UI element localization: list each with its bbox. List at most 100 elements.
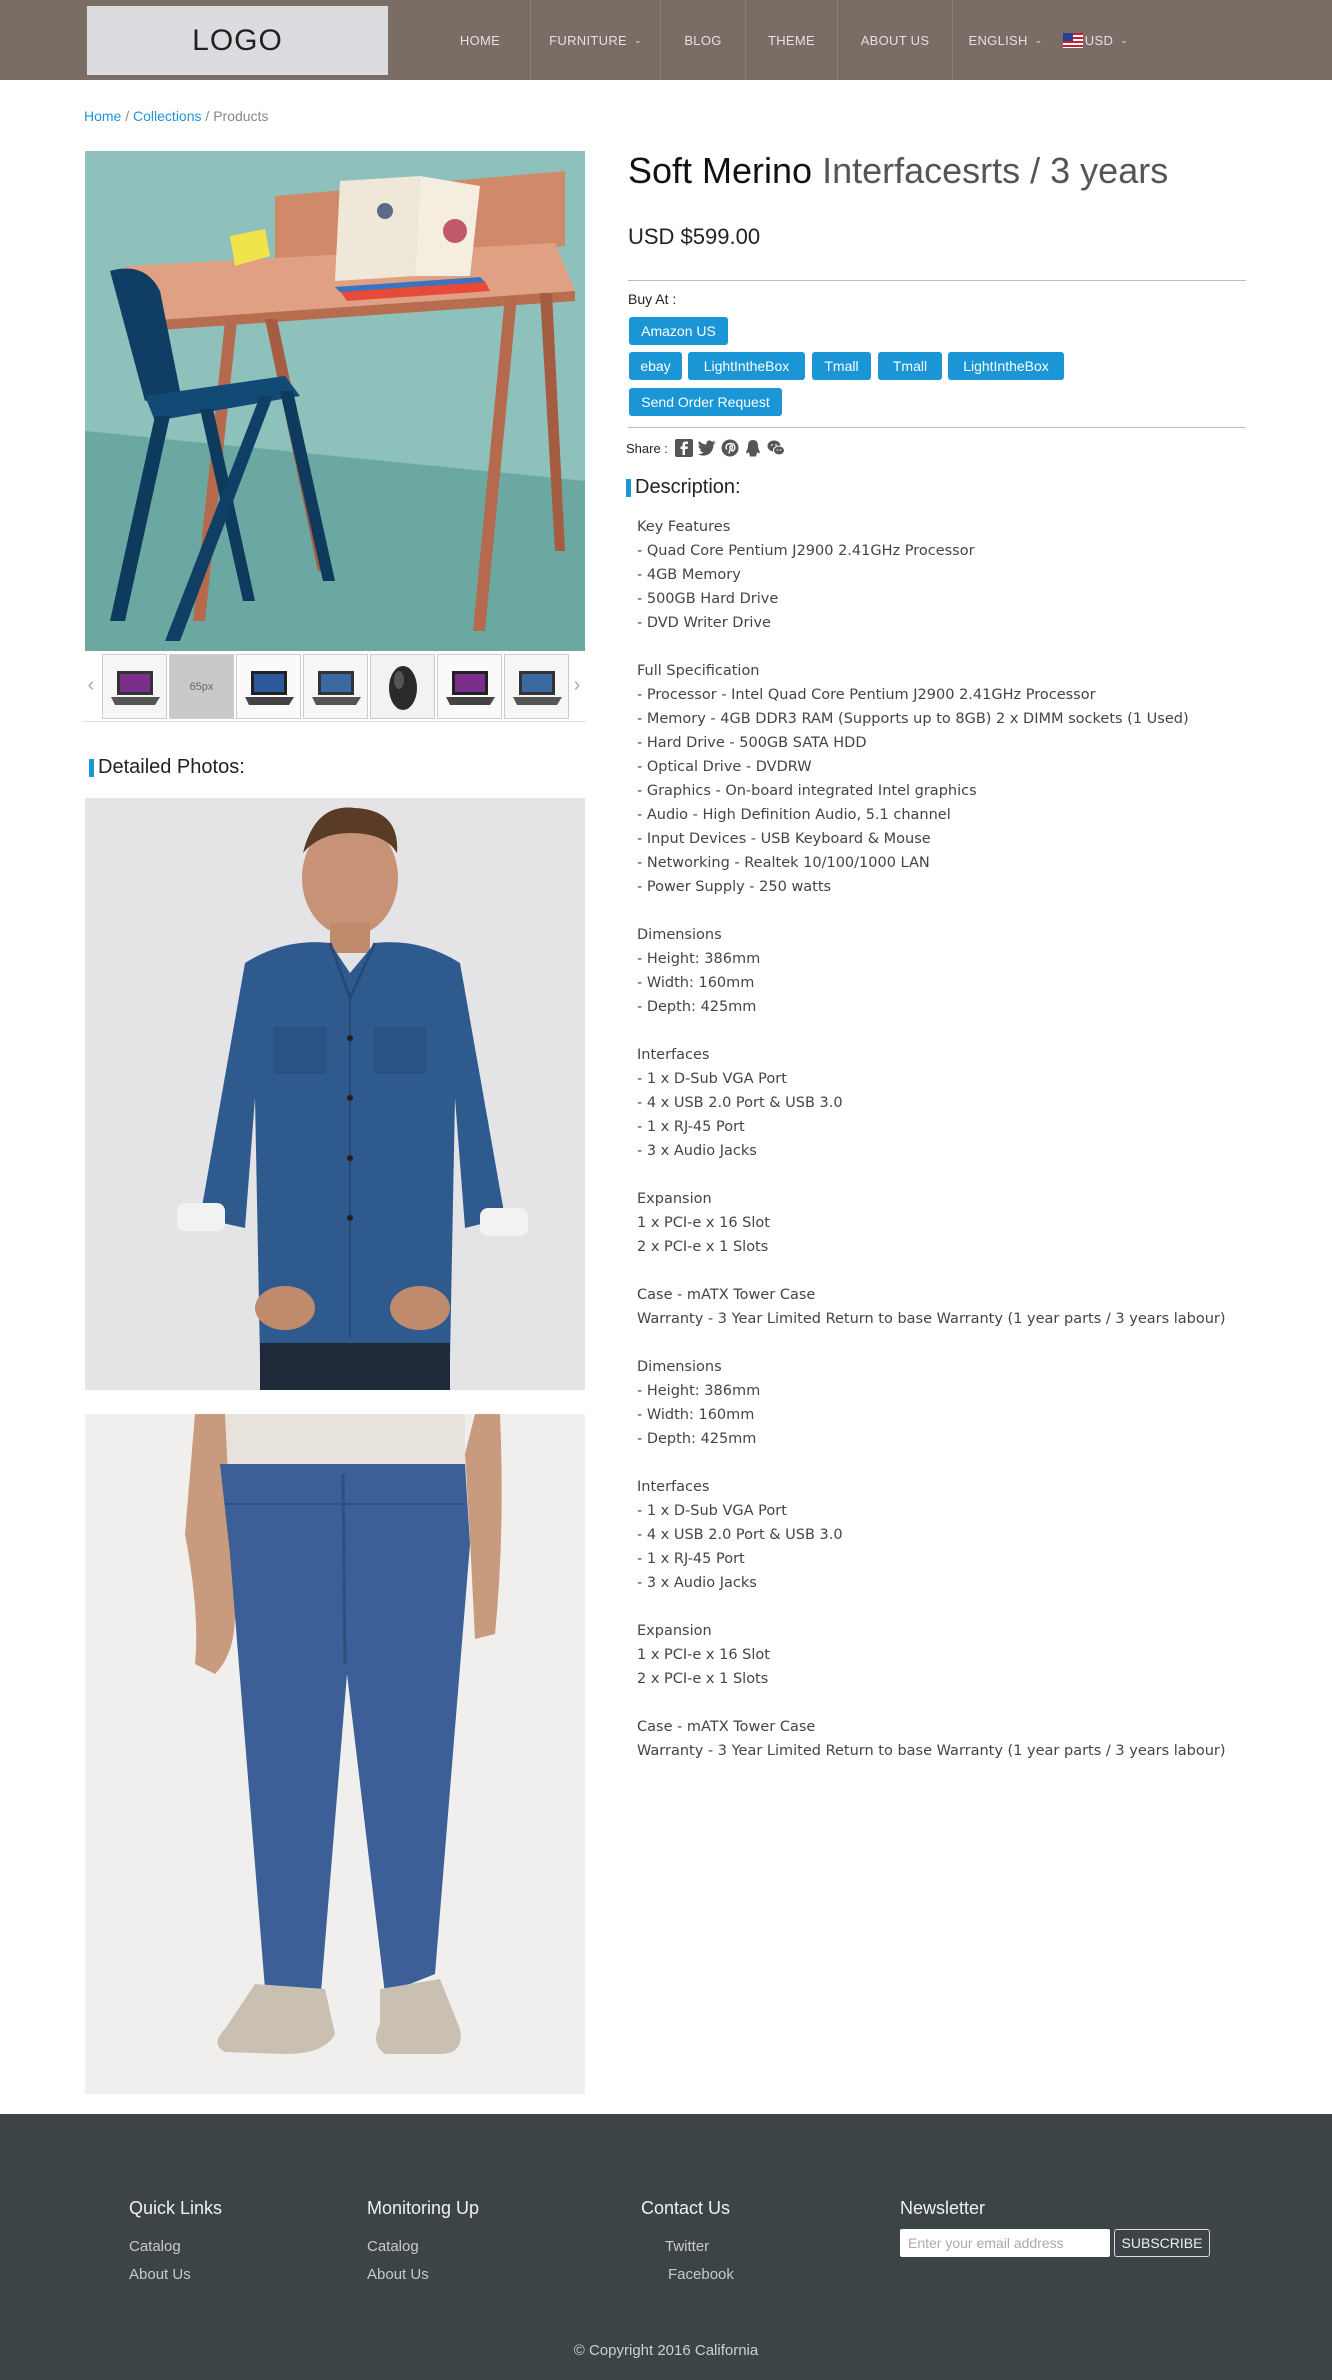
footer-link-catalog[interactable]: Catalog bbox=[129, 2238, 181, 2255]
send-order-request-button[interactable]: Send Order Request bbox=[629, 388, 782, 416]
description-title: Description: bbox=[635, 476, 741, 498]
model-shirt-illustration bbox=[85, 798, 585, 1390]
currency-selector[interactable]: USD ⌄ bbox=[1058, 0, 1148, 80]
description-line: - Input Devices - USB Keyboard & Mouse bbox=[637, 831, 931, 847]
share-label: Share : bbox=[626, 440, 668, 456]
description-line: - Width: 160mm bbox=[637, 975, 755, 991]
description-line: - Graphics - On-board integrated Intel g… bbox=[637, 783, 977, 799]
description-line: - Width: 160mm bbox=[637, 1407, 755, 1423]
detail-photo-pants bbox=[85, 1414, 585, 2094]
footer-link-about-us[interactable]: About Us bbox=[129, 2266, 191, 2283]
description-line: - 4GB Memory bbox=[637, 567, 741, 583]
pinterest-icon[interactable] bbox=[720, 438, 740, 458]
thumbnail-laptop[interactable] bbox=[504, 654, 569, 719]
description-line: 2 x PCI-e x 1 Slots bbox=[637, 1671, 769, 1687]
share-bar: Share : bbox=[626, 438, 786, 458]
buy-tmall-button-2[interactable]: Tmall bbox=[878, 352, 942, 380]
buy-ebay-button[interactable]: ebay bbox=[629, 352, 682, 380]
description-line: - 4 x USB 2.0 Port & USB 3.0 bbox=[637, 1527, 843, 1543]
description-line: Expansion bbox=[637, 1191, 712, 1207]
breadcrumb-home[interactable]: Home bbox=[84, 108, 121, 124]
product-subtitle: Interfacesrts / 3 years bbox=[812, 150, 1169, 191]
wechat-icon[interactable] bbox=[766, 438, 786, 458]
nav-about-us[interactable]: ABOUT US bbox=[838, 0, 953, 80]
footer-link-catalog-2[interactable]: Catalog bbox=[367, 2238, 419, 2255]
detailed-photos-title: Detailed Photos: bbox=[98, 756, 245, 778]
footer-contact-title: Contact Us bbox=[641, 2198, 731, 2218]
language-selector[interactable]: ENGLISH ⌄ bbox=[953, 0, 1058, 80]
thumbnail-laptop[interactable] bbox=[303, 654, 368, 719]
nav-theme[interactable]: THEME bbox=[746, 0, 838, 80]
qq-icon[interactable] bbox=[743, 438, 763, 458]
thumbnail-laptop[interactable] bbox=[437, 654, 502, 719]
description-line: - DVD Writer Drive bbox=[637, 615, 771, 631]
buy-tmall-button[interactable]: Tmall bbox=[812, 352, 871, 380]
detailed-photos-heading: Detailed Photos: bbox=[89, 756, 245, 779]
breadcrumb-current: Products bbox=[213, 108, 269, 124]
description-line: Interfaces bbox=[637, 1479, 710, 1495]
newsletter-email-input[interactable] bbox=[900, 2229, 1110, 2257]
facebook-icon[interactable] bbox=[674, 438, 694, 458]
description-line: - Height: 386mm bbox=[637, 951, 761, 967]
description-line: Key Features bbox=[637, 519, 731, 535]
buy-at-label: Buy At : bbox=[628, 291, 677, 307]
description-line: - Audio - High Definition Audio, 5.1 cha… bbox=[637, 807, 951, 823]
nav-blog[interactable]: BLOG bbox=[661, 0, 746, 80]
nav-furniture[interactable]: FURNITURE ⌄ bbox=[531, 0, 661, 80]
buy-lightinthebox-button-2[interactable]: LightIntheBox bbox=[948, 352, 1064, 380]
description-line: - 4 x USB 2.0 Port & USB 3.0 bbox=[637, 1095, 843, 1111]
description-line: - Memory - 4GB DDR3 RAM (Supports up to … bbox=[637, 711, 1189, 727]
us-flag-icon bbox=[1063, 32, 1083, 48]
footer-link-about-us-2[interactable]: About Us bbox=[367, 2266, 429, 2283]
chevron-right-icon[interactable]: › bbox=[570, 674, 584, 697]
description-line: - 3 x Audio Jacks bbox=[637, 1575, 757, 1591]
heading-accent-bar bbox=[89, 758, 94, 777]
breadcrumb-collections[interactable]: Collections bbox=[133, 108, 201, 124]
subscribe-button[interactable]: SUBSCRIBE bbox=[1114, 2229, 1210, 2257]
desk-chair-illustration bbox=[85, 151, 585, 651]
thumbnail-placeholder[interactable]: 65px bbox=[169, 654, 234, 719]
description-line: 1 x PCI-e x 16 Slot bbox=[637, 1647, 770, 1663]
divider bbox=[628, 427, 1246, 428]
description-line: - Networking - Realtek 10/100/1000 LAN bbox=[637, 855, 930, 871]
description-line: - Processor - Intel Quad Core Pentium J2… bbox=[637, 687, 1096, 703]
breadcrumb-separator: / bbox=[121, 108, 134, 124]
nav-home[interactable]: HOME bbox=[430, 0, 531, 80]
footer-newsletter-title: Newsletter bbox=[900, 2198, 986, 2218]
thumbnail-laptop[interactable] bbox=[236, 654, 301, 719]
thumbnail-mouse[interactable] bbox=[370, 654, 435, 719]
product-price: USD $599.00 bbox=[628, 224, 761, 249]
description-line: - 500GB Hard Drive bbox=[637, 591, 779, 607]
thumbnail-laptop[interactable] bbox=[102, 654, 167, 719]
description-line: - Depth: 425mm bbox=[637, 999, 757, 1015]
description-line: - Optical Drive - DVDRW bbox=[637, 759, 812, 775]
chevron-left-icon[interactable]: ‹ bbox=[84, 674, 98, 697]
description-line: Dimensions bbox=[637, 1359, 722, 1375]
footer-link-facebook[interactable]: Facebook bbox=[668, 2266, 734, 2283]
chevron-down-icon: ⌄ bbox=[633, 34, 642, 45]
main-product-image[interactable] bbox=[85, 151, 585, 651]
description-line: - Quad Core Pentium J2900 2.41GHz Proces… bbox=[637, 543, 975, 559]
buy-amazon-us-button[interactable]: Amazon US bbox=[629, 317, 728, 345]
description-line: - Depth: 425mm bbox=[637, 1431, 757, 1447]
footer-link-twitter[interactable]: Twitter bbox=[665, 2238, 709, 2255]
twitter-icon[interactable] bbox=[697, 438, 717, 458]
description-line: Interfaces bbox=[637, 1047, 710, 1063]
buy-lightinthebox-button[interactable]: LightIntheBox bbox=[688, 352, 805, 380]
currency-label: USD bbox=[1084, 32, 1114, 48]
language-label: ENGLISH bbox=[968, 32, 1028, 48]
copyright: © Copyright 2016 California bbox=[573, 2342, 759, 2359]
description-line: Full Specification bbox=[637, 663, 760, 679]
logo[interactable]: LOGO bbox=[87, 6, 388, 75]
description-heading: Description: bbox=[626, 476, 741, 499]
description-line: 2 x PCI-e x 1 Slots bbox=[637, 1239, 769, 1255]
